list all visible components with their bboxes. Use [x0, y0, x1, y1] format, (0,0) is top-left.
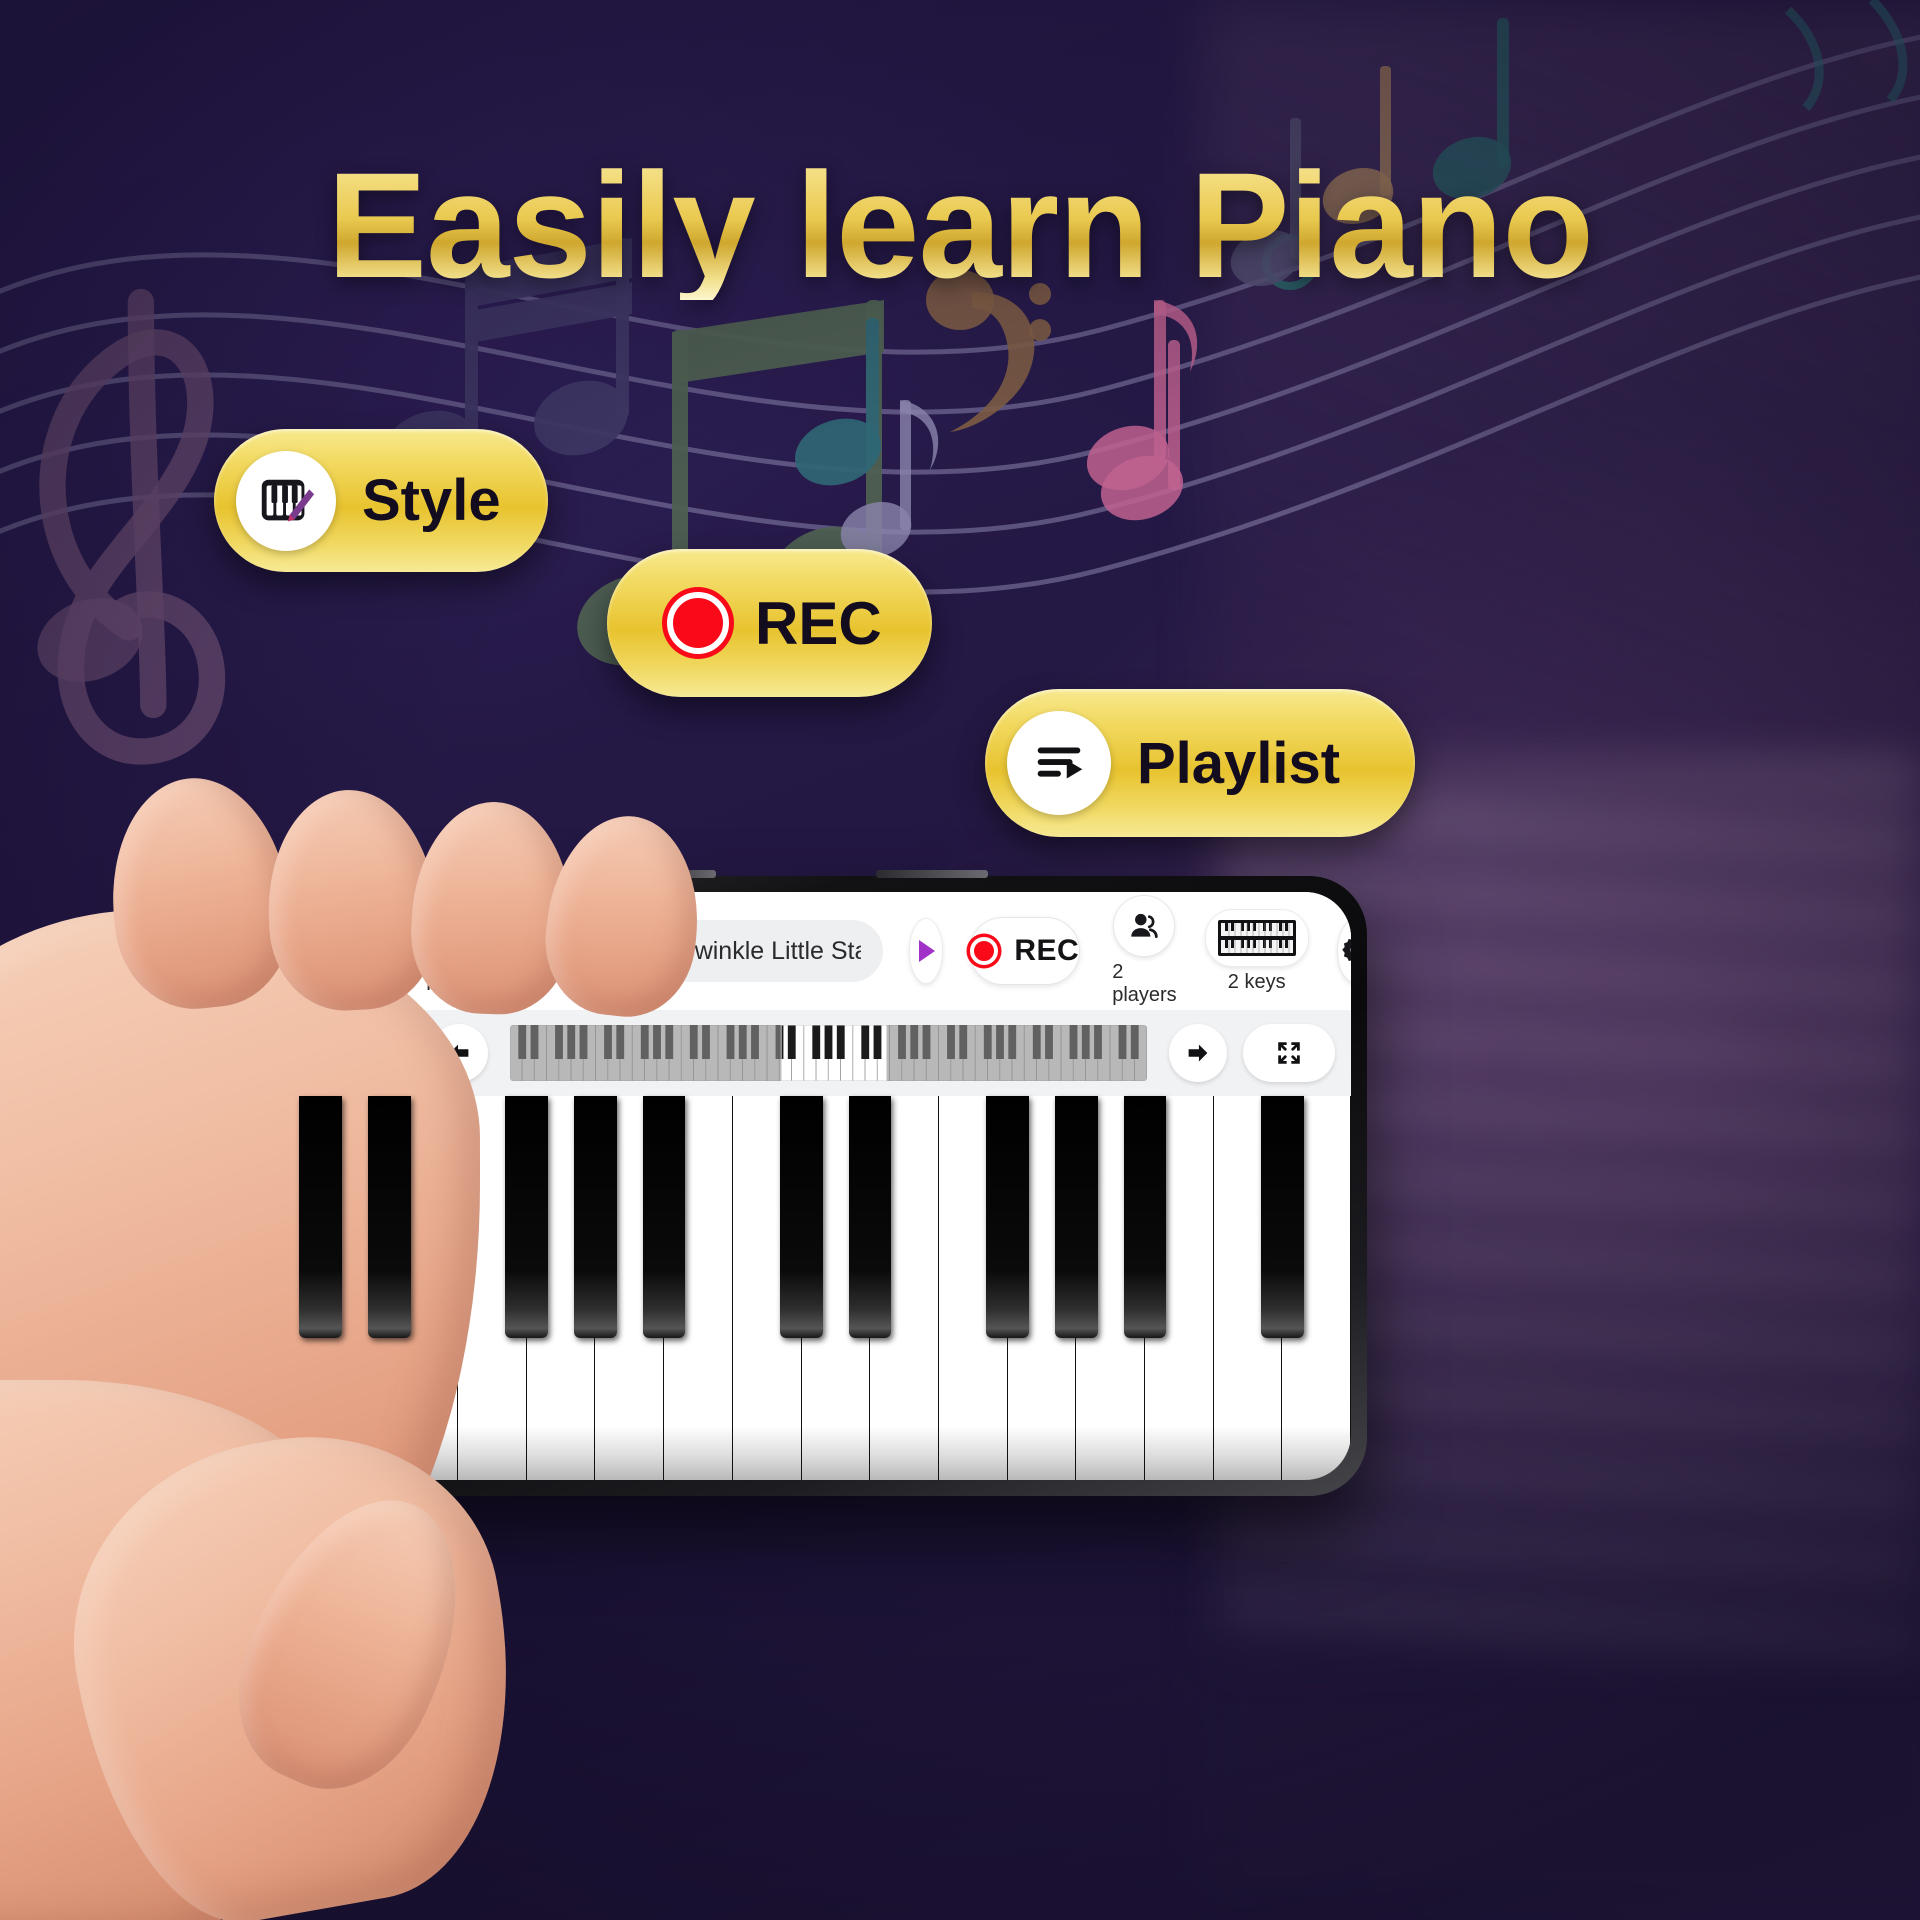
piano-black-key[interactable]: [642, 1096, 686, 1338]
feature-pill-playlist-label: Playlist: [1137, 730, 1341, 796]
arrow-right-icon: [1188, 1044, 1208, 1062]
feature-pill-rec[interactable]: REC: [607, 549, 932, 697]
record-button[interactable]: REC: [969, 917, 1081, 985]
piano-black-key[interactable]: [574, 1096, 617, 1338]
piano-black-key[interactable]: [1261, 1096, 1304, 1338]
play-button[interactable]: [909, 918, 944, 984]
piano-black-key[interactable]: [848, 1096, 892, 1338]
players-label: 2 players: [1112, 961, 1177, 1006]
players-button[interactable]: [1113, 895, 1176, 957]
record-dot-icon: [970, 937, 999, 965]
toolbar-keys[interactable]: 2 keys: [1204, 895, 1309, 1007]
piano-black-key[interactable]: [986, 1096, 1029, 1338]
feature-pill-style[interactable]: Style: [214, 429, 548, 572]
keys-label: 2 keys: [1227, 970, 1286, 993]
keyboard-overview[interactable]: [510, 1025, 1147, 1081]
feature-pill-style-label: Style: [362, 468, 501, 533]
fullscreen-button[interactable]: [1243, 1024, 1335, 1082]
piano-black-key[interactable]: [368, 1096, 411, 1338]
feature-pill-playlist[interactable]: Playlist: [985, 689, 1415, 837]
piano-black-key[interactable]: [505, 1096, 549, 1338]
settings-button[interactable]: [1336, 919, 1351, 983]
keyboard-overview-graphic: [510, 1025, 1147, 1081]
playlist-icon: [1007, 711, 1111, 815]
gear-icon: [1341, 938, 1351, 961]
piano-black-key[interactable]: [1054, 1096, 1098, 1338]
piano-style-icon: [236, 450, 336, 551]
feature-pill-rec-label: REC: [755, 589, 882, 657]
people-icon: [1131, 913, 1159, 939]
scroll-right-button[interactable]: [1169, 1024, 1227, 1082]
play-triangle-icon: [919, 940, 936, 962]
piano-black-key[interactable]: [1123, 1096, 1167, 1338]
dual-keyboard-icon: [1217, 919, 1296, 956]
phone-power-button[interactable]: [876, 870, 988, 878]
piano-black-key[interactable]: [780, 1096, 823, 1338]
piano-black-key[interactable]: [299, 1096, 342, 1338]
record-dot-icon: [667, 592, 729, 654]
toolbar-players[interactable]: 2 players: [1112, 895, 1177, 1007]
keys-button[interactable]: [1204, 908, 1309, 967]
page-title: Easily learn Piano: [0, 150, 1920, 300]
record-label: REC: [1014, 934, 1080, 967]
hand-thumb: [0, 1400, 700, 1920]
fullscreen-icon: [1278, 1042, 1300, 1064]
